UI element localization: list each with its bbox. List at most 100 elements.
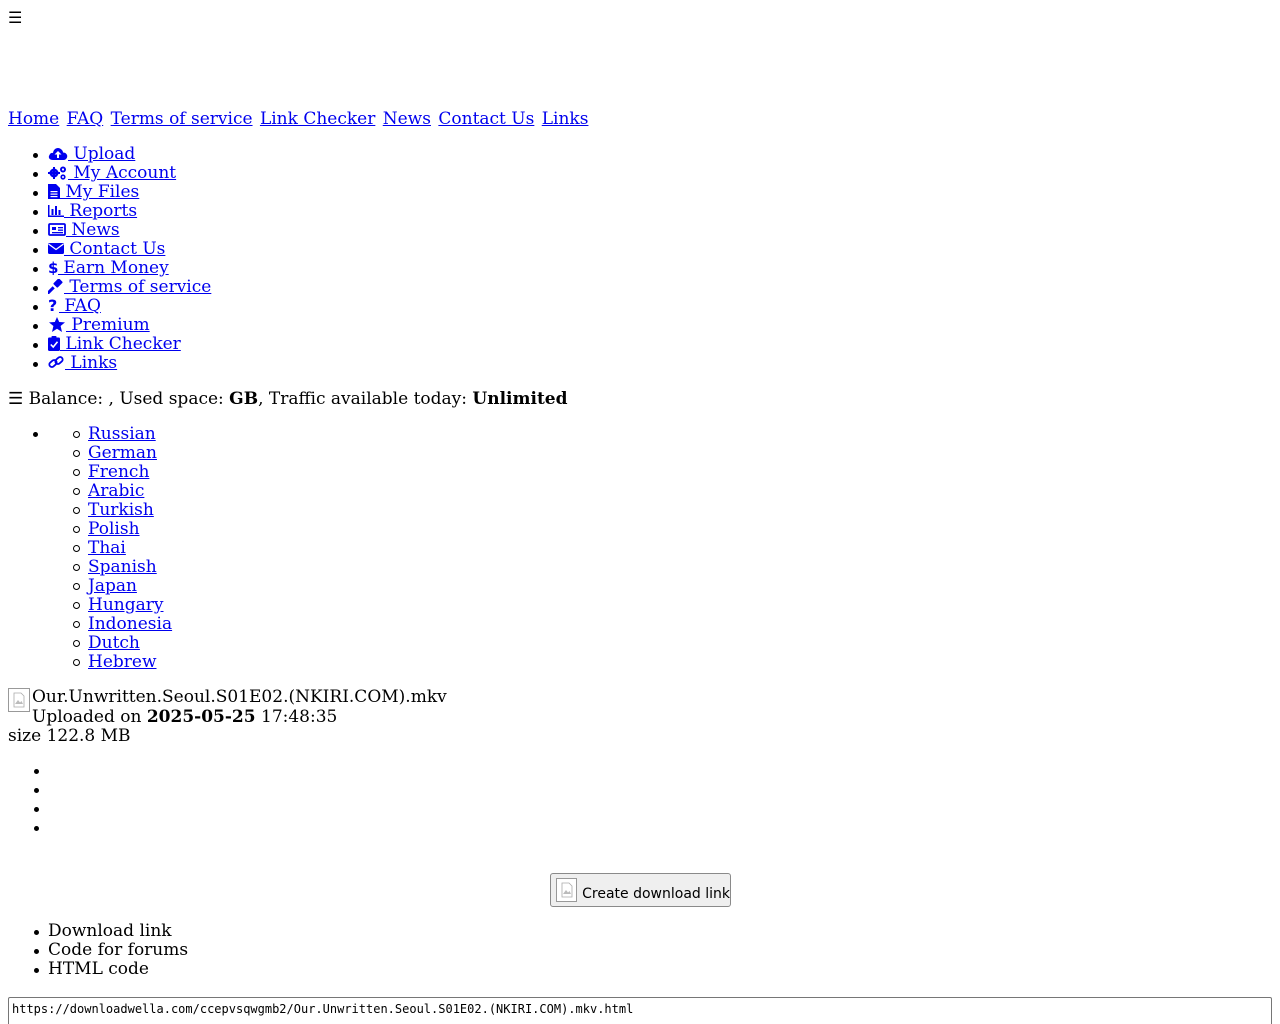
side-menu-label-earn-money: Earn Money (58, 258, 169, 278)
used-space-unit: GB (229, 389, 259, 409)
link-icon (48, 356, 64, 368)
tab-download-link[interactable]: Download link (32, 922, 188, 941)
side-menu-link-earn-money[interactable]: $ Earn Money (48, 258, 169, 278)
side-menu-item-upload: Upload (32, 145, 211, 164)
side-menu-link-links[interactable]: Links (48, 353, 117, 373)
tab-html-code[interactable]: HTML code (32, 960, 188, 979)
create-download-link-button[interactable]: Create download link (550, 873, 731, 907)
side-menu-label-link-checker: Link Checker (60, 334, 181, 354)
side-menu-label-premium: Premium (66, 315, 150, 335)
language-link-spanish[interactable]: Spanish (88, 557, 157, 577)
side-menu-link-upload[interactable]: Upload (48, 144, 135, 164)
side-menu-label-reports: Reports (64, 201, 138, 221)
broken-image-icon (556, 878, 578, 902)
language-item: Thai (72, 539, 172, 558)
side-menu-link-contact[interactable]: Contact Us (48, 239, 165, 259)
star-icon (49, 317, 65, 332)
language-item: Spanish (72, 558, 172, 577)
newspaper-icon (48, 223, 66, 236)
svg-text:$: $ (48, 260, 58, 275)
language-link-arabic[interactable]: Arabic (88, 481, 144, 501)
side-menu-link-reports[interactable]: Reports (48, 201, 137, 221)
language-item: Russian (72, 425, 172, 444)
dollar-icon: $ (48, 259, 58, 277)
balance-bar: ☰ Balance: , Used space: GB, Traffic ava… (8, 389, 568, 409)
language-link-russian[interactable]: Russian (88, 424, 156, 444)
language-item: Arabic (72, 482, 172, 501)
language-item: Hebrew (72, 653, 172, 672)
gavel-icon (46, 278, 63, 295)
language-link-indonesia[interactable]: Indonesia (88, 614, 172, 634)
top-nav: Home FAQ Terms of service Link Checker N… (8, 109, 590, 129)
language-item: Indonesia (72, 615, 172, 634)
nav-home-link[interactable]: Home (8, 109, 59, 129)
side-menu-label-links: Links (65, 353, 118, 373)
language-item: Polish (72, 520, 172, 539)
uploaded-time: 17:48:35 (255, 707, 338, 727)
svg-text:?: ? (48, 298, 57, 313)
uploaded-date: 2025-05-25 (146, 707, 256, 727)
upload-date: Uploaded on 2025-05-25 17:48:35 (32, 707, 337, 727)
nav-links-link[interactable]: Links (542, 109, 589, 129)
language-link-hebrew[interactable]: Hebrew (88, 652, 157, 672)
side-menu-item-earn-money: $ Earn Money (32, 259, 211, 278)
traffic-label: , Traffic available today: (258, 389, 473, 409)
side-menu-item-my-files: My Files (32, 183, 211, 202)
side-menu: Upload My Account My Files Reports News … (32, 145, 211, 373)
side-menu-item-terms: Terms of service (32, 278, 211, 297)
side-menu-link-faq[interactable]: ? FAQ (48, 296, 101, 316)
language-link-hungary[interactable]: Hungary (88, 595, 163, 615)
side-menu-link-my-files[interactable]: My Files (48, 182, 139, 202)
side-menu-label-my-account: My Account (68, 163, 177, 183)
side-menu-link-link-checker[interactable]: Link Checker (48, 334, 181, 354)
language-link-german[interactable]: German (88, 443, 157, 463)
file-name: Our.Unwritten.Seoul.S01E02.(NKIRI.COM).m… (32, 687, 447, 707)
side-menu-label-upload: Upload (68, 144, 136, 164)
language-list: Russian German French Arabic Turkish Pol… (72, 425, 172, 672)
language-item: Dutch (72, 634, 172, 653)
traffic-value: Unlimited (472, 389, 568, 409)
download-link-textarea[interactable]: https://downloadwella.com/ccepvsqwgmb2/O… (8, 997, 1272, 1024)
gears-icon (48, 166, 66, 180)
question-icon: ? (48, 296, 57, 315)
uploaded-prefix: Uploaded on (32, 707, 147, 727)
nav-contact-link[interactable]: Contact Us (438, 109, 534, 129)
side-menu-item-contact: Contact Us (32, 240, 211, 259)
side-menu-item-news: News (32, 221, 211, 240)
language-link-dutch[interactable]: Dutch (88, 633, 140, 653)
language-link-thai[interactable]: Thai (88, 538, 126, 558)
language-link-polish[interactable]: Polish (88, 519, 140, 539)
envelope-icon (48, 243, 64, 254)
code-tabs: Download link Code for forums HTML code (32, 922, 188, 979)
clipboard-check-icon (48, 336, 60, 351)
tab-code-for-forums[interactable]: Code for forums (32, 941, 188, 960)
create-download-link-label: Create download link (582, 886, 730, 902)
side-menu-item-links: Links (32, 354, 211, 373)
nav-link-checker-link[interactable]: Link Checker (260, 109, 375, 129)
side-menu-item-faq: ? FAQ (32, 296, 211, 316)
side-menu-link-premium[interactable]: Premium (48, 315, 150, 335)
side-menu-item-my-account: My Account (32, 164, 211, 183)
side-menu-item-premium: Premium (32, 316, 211, 335)
menu-toggle-icon[interactable]: ☰ (8, 8, 22, 27)
language-item: Hungary (72, 596, 172, 615)
side-menu-label-contact: Contact Us (64, 239, 166, 259)
language-link-french[interactable]: French (88, 462, 149, 482)
language-link-turkish[interactable]: Turkish (88, 500, 154, 520)
side-menu-link-terms[interactable]: Terms of service (46, 277, 212, 297)
language-link-japan[interactable]: Japan (88, 576, 137, 596)
side-menu-item-link-checker: Link Checker (32, 335, 211, 354)
balance-prefix: ☰ Balance: , Used space: (8, 389, 230, 409)
language-menu-bullet (33, 432, 38, 437)
side-menu-link-my-account[interactable]: My Account (48, 163, 176, 183)
nav-faq-link[interactable]: FAQ (67, 109, 104, 129)
file-icon (48, 184, 60, 199)
side-menu-label-my-files: My Files (60, 182, 140, 202)
side-menu-label-terms: Terms of service (64, 277, 212, 297)
nav-news-link[interactable]: News (383, 109, 431, 129)
language-item: French (72, 463, 172, 482)
side-menu-link-news[interactable]: News (48, 220, 120, 240)
cloud-upload-icon (48, 148, 68, 160)
nav-terms-link[interactable]: Terms of service (111, 109, 253, 129)
language-item: Japan (72, 577, 172, 596)
